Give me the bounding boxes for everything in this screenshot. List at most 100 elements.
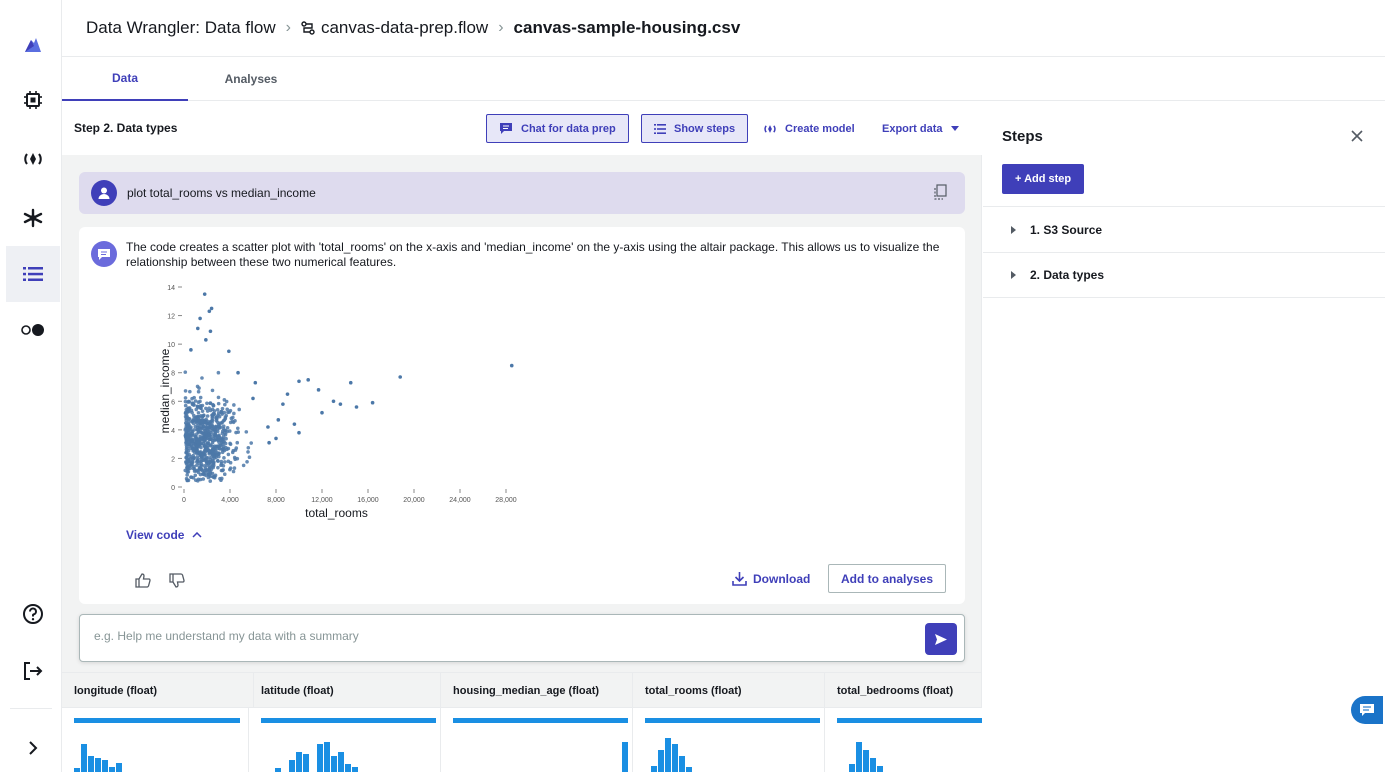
scatter-point: [297, 430, 301, 435]
scatter-point: [232, 466, 237, 470]
thumbs-up-icon[interactable]: [135, 573, 151, 593]
scatter-point: [202, 413, 206, 418]
scatter-point: [208, 401, 213, 406]
column-header[interactable]: total_rooms (float): [633, 673, 825, 709]
scatter-point: [210, 452, 215, 456]
scatter-point: [215, 458, 220, 463]
scatter-point: [206, 429, 211, 434]
add-step-button[interactable]: + Add step: [1002, 164, 1085, 194]
histogram-bar: [116, 763, 122, 772]
create-model-button[interactable]: Create model: [751, 114, 867, 143]
histogram-bar: [352, 767, 358, 772]
scatter-point: [195, 384, 200, 389]
scatter-point: [245, 459, 249, 464]
step-title: Step 2. Data types: [74, 121, 178, 135]
show-steps-button[interactable]: Show steps: [641, 114, 749, 143]
help-icon[interactable]: [6, 586, 60, 642]
thumbs-down-icon[interactable]: [169, 573, 185, 593]
scatter-point: [188, 456, 193, 461]
copy-icon[interactable]: [933, 184, 947, 203]
export-data-dropdown[interactable]: Export data: [870, 114, 971, 143]
left-nav-rail: [0, 0, 62, 772]
tab-analyses[interactable]: Analyses: [188, 57, 314, 101]
histogram-bar: [672, 744, 678, 772]
scatter-point: [247, 455, 252, 460]
scatter-point: [253, 380, 258, 385]
histogram-bar: [95, 758, 101, 772]
scatter-point: [196, 389, 201, 394]
scatter-point: [297, 379, 301, 384]
steps-title: Steps: [1002, 128, 1043, 145]
view-code-toggle[interactable]: View code: [126, 528, 203, 542]
scatter-point: [228, 466, 233, 470]
scatter-point: [228, 408, 233, 413]
data-quality-bar: [645, 718, 820, 723]
scatter-point: [236, 430, 240, 434]
scatter-point: [237, 407, 242, 412]
scatter-point: [209, 455, 213, 459]
column-header[interactable]: latitude (float): [249, 673, 441, 709]
scatter-point: [190, 410, 194, 415]
toggle-dots-icon[interactable]: [6, 302, 60, 358]
scatter-point: [228, 442, 233, 447]
scatter-point: [207, 309, 212, 314]
chat-bubble-icon: [1360, 704, 1374, 716]
scatter-point: [183, 468, 188, 473]
network-icon[interactable]: [6, 190, 60, 246]
histogram-bar: [686, 767, 692, 772]
column-header[interactable]: total_bedrooms (float): [825, 673, 982, 709]
scatter-point: [249, 441, 254, 445]
scatter-point: [193, 473, 198, 478]
view-code-label: View code: [126, 528, 185, 542]
scatter-point: [225, 407, 230, 412]
column-summary: [825, 708, 982, 772]
scatter-point: [195, 432, 199, 436]
histogram-bar: [856, 742, 862, 772]
scatter-point: [216, 395, 221, 400]
scatter-point: [209, 423, 213, 428]
scatter-point: [231, 415, 235, 420]
scatter-point: [232, 403, 236, 407]
canvas-logo-icon[interactable]: [6, 17, 60, 73]
scatter-point: [203, 429, 208, 433]
breadcrumb-root[interactable]: Data Wrangler: Data flow: [86, 18, 276, 38]
tab-data[interactable]: Data: [62, 57, 188, 101]
chat-input[interactable]: [94, 629, 894, 643]
x-tick-label: 12,000: [311, 497, 333, 504]
close-icon[interactable]: [1351, 129, 1363, 147]
chevron-up-icon: [192, 532, 203, 538]
sign-out-icon[interactable]: [6, 643, 60, 699]
column-histogram: [74, 732, 254, 772]
scatter-point: [189, 439, 194, 444]
model-cycle-icon[interactable]: [6, 131, 60, 187]
scatter-point: [220, 406, 225, 411]
download-button[interactable]: Download: [732, 571, 810, 586]
histogram-bar: [289, 760, 295, 772]
scatter-point: [215, 420, 220, 424]
histogram-bar: [679, 756, 685, 772]
column-header[interactable]: longitude (float): [62, 673, 254, 709]
feedback-chat-button[interactable]: [1351, 696, 1383, 724]
user-avatar-icon: [91, 180, 117, 206]
send-button[interactable]: [925, 623, 957, 655]
scatter-point: [215, 447, 219, 451]
histogram-bar: [324, 742, 330, 772]
scatter-point: [251, 396, 255, 401]
steps-panel: Steps + Add step 1. S3 Source 2. Data ty…: [983, 101, 1385, 772]
chat-for-data-prep-button[interactable]: Chat for data prep: [486, 114, 629, 143]
breadcrumb-flow[interactable]: canvas-data-prep.flow: [301, 18, 488, 38]
column-header[interactable]: housing_median_age (float): [441, 673, 633, 709]
breadcrumb-file: canvas-sample-housing.csv: [513, 18, 741, 37]
data-wrangler-list-icon[interactable]: [6, 246, 60, 302]
histogram-bar: [849, 764, 855, 772]
add-to-analyses-button[interactable]: Add to analyses: [828, 564, 947, 593]
step-item-s3-source[interactable]: 1. S3 Source: [983, 206, 1385, 252]
scatter-point: [192, 395, 196, 400]
scatter-point: [197, 461, 201, 466]
expand-chevron-icon[interactable]: [6, 720, 60, 772]
scatter-point: [232, 455, 237, 460]
chip-icon[interactable]: [6, 72, 60, 128]
step-item-data-types[interactable]: 2. Data types: [983, 252, 1385, 298]
scatter-point: [204, 425, 209, 429]
create-model-label: Create model: [785, 122, 855, 135]
